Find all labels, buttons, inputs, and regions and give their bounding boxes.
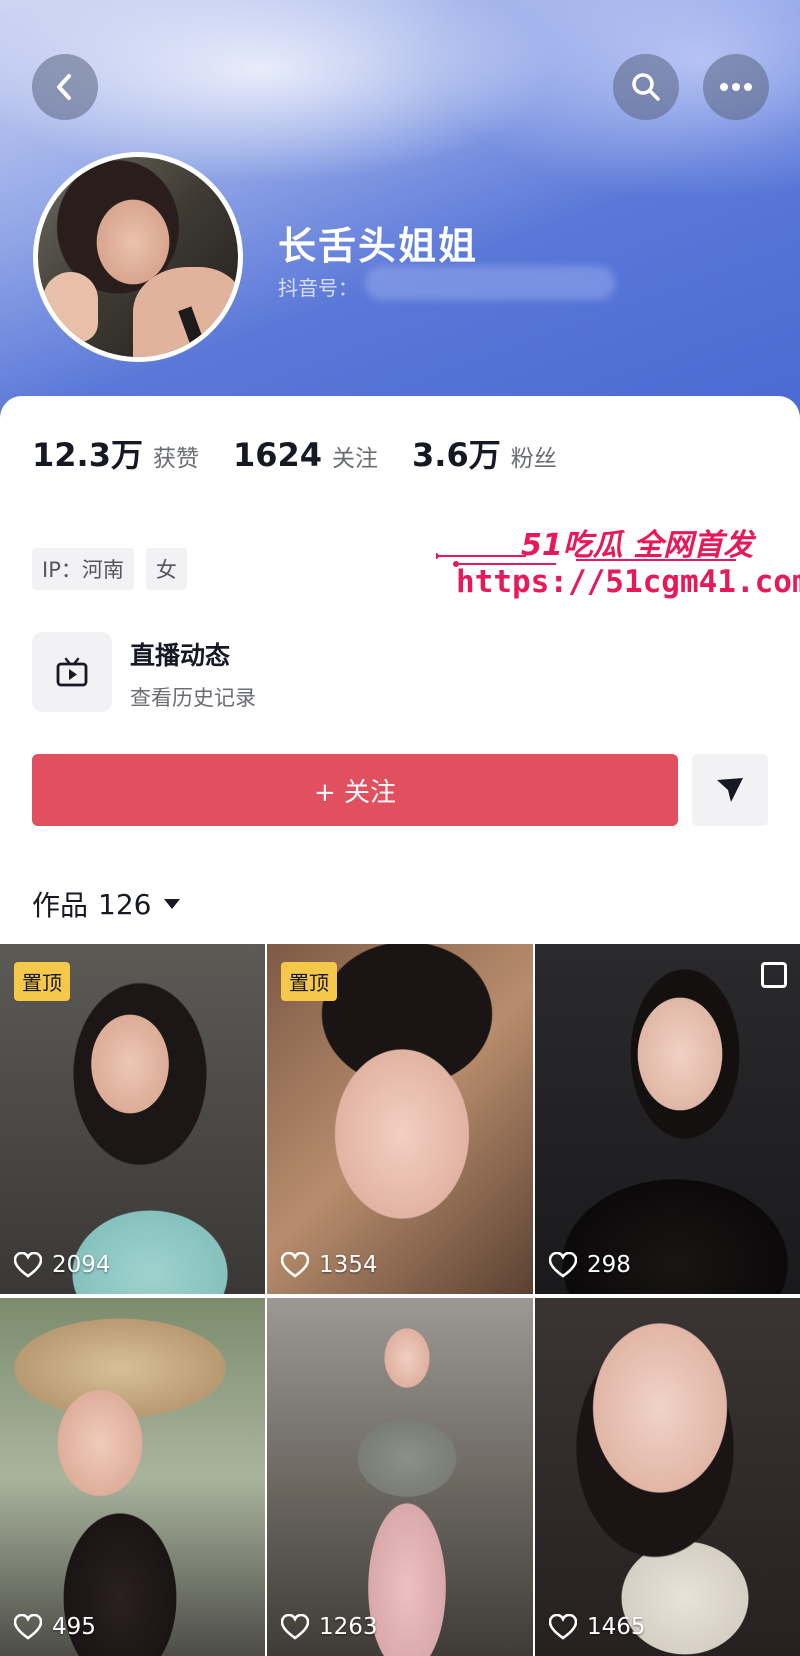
stat-likes[interactable]: 12.3万 获赞 (32, 430, 199, 476)
pinned-badge: 置顶 (14, 962, 70, 1001)
like-count: 2094 (14, 1252, 111, 1278)
tv-icon (56, 657, 88, 687)
more-icon (720, 83, 752, 91)
like-count-value: 1354 (319, 1252, 378, 1278)
stats-row: 12.3万 获赞 1624 关注 3.6万 粉丝 (32, 430, 591, 476)
share-icon (717, 778, 743, 802)
heart-icon (549, 1252, 577, 1278)
watermark-slogan: 51吃瓜 全网首发 (521, 528, 754, 563)
share-button[interactable] (692, 754, 768, 826)
more-button[interactable] (703, 54, 769, 120)
stat-value: 3.6万 (412, 436, 501, 474)
like-count: 1263 (281, 1614, 378, 1640)
watermark-url: https://51cgm41.com (456, 564, 800, 600)
profile-tags: IP：河南 女 (32, 548, 199, 590)
avatar[interactable] (33, 152, 243, 362)
like-count: 1465 (549, 1614, 646, 1640)
search-button[interactable] (613, 54, 679, 120)
gender-tag: 女 (145, 548, 187, 590)
avatar-hand (43, 272, 98, 342)
douyin-id-redacted (365, 266, 615, 300)
heart-icon (281, 1614, 309, 1640)
search-icon (632, 73, 660, 101)
heart-icon (549, 1614, 577, 1640)
watermark: 51吃瓜 全网首发 https://51cgm41.com (436, 520, 800, 610)
multi-image-icon (761, 962, 787, 988)
live-title[interactable]: 直播动态 (130, 636, 230, 672)
heart-icon (281, 1252, 309, 1278)
follow-button[interactable]: + 关注 (32, 754, 678, 826)
display-name: 长舌头姐姐 (278, 224, 479, 268)
video-tile[interactable]: 495 (0, 1298, 265, 1656)
works-label: 作品 (32, 889, 89, 922)
like-count: 495 (14, 1614, 96, 1640)
ip-location-tag: IP：河南 (32, 548, 134, 590)
video-grid: 置顶 2094 置顶 1354 298 495 1263 1465 (0, 944, 800, 1656)
caret-down-icon (164, 899, 181, 909)
works-tab[interactable]: 作品 126 (32, 884, 181, 924)
douyin-id-label: 抖音号： (278, 276, 358, 300)
video-tile[interactable]: 置顶 2094 (0, 944, 265, 1294)
stat-label: 获赞 (152, 446, 199, 472)
stat-followers[interactable]: 3.6万 粉丝 (412, 430, 557, 476)
heart-icon (14, 1252, 42, 1278)
live-subtitle: 查看历史记录 (130, 686, 256, 710)
pinned-badge: 置顶 (281, 962, 337, 1001)
like-count-value: 298 (587, 1252, 631, 1278)
video-tile[interactable]: 1465 (535, 1298, 800, 1656)
like-count-value: 495 (52, 1614, 96, 1640)
live-history-button[interactable] (32, 632, 112, 712)
like-count: 298 (549, 1252, 631, 1278)
video-tile[interactable]: 置顶 1354 (267, 944, 533, 1294)
like-count-value: 2094 (52, 1252, 111, 1278)
like-count-value: 1263 (319, 1614, 378, 1640)
works-count: 126 (98, 887, 152, 921)
video-tile[interactable]: 1263 (267, 1298, 533, 1656)
stat-label: 关注 (332, 446, 379, 472)
stat-following[interactable]: 1624 关注 (233, 436, 378, 474)
stat-value: 1624 (232, 436, 323, 474)
back-icon (57, 74, 71, 100)
video-tile[interactable]: 298 (535, 944, 800, 1294)
like-count: 1354 (281, 1252, 378, 1278)
heart-icon (14, 1614, 42, 1640)
stat-label: 粉丝 (510, 446, 557, 472)
like-count-value: 1465 (587, 1614, 646, 1640)
back-button[interactable] (32, 54, 98, 120)
stat-value: 12.3万 (32, 436, 143, 474)
